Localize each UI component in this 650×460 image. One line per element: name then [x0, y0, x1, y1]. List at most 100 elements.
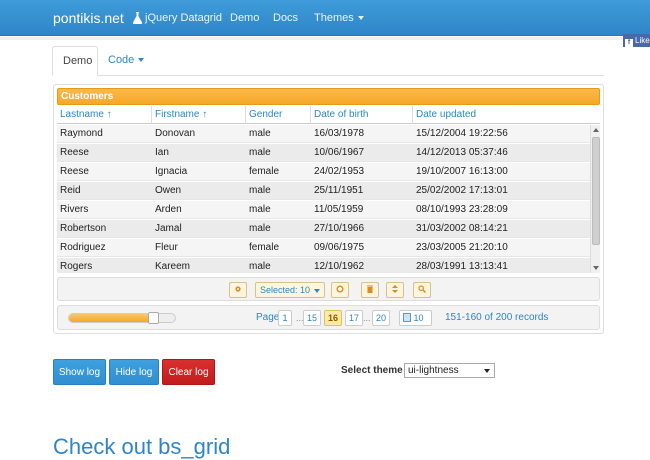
chevron-down-icon [314, 288, 321, 293]
nav-link-demo[interactable]: Demo [230, 12, 259, 24]
cell-lastname: Reid [60, 185, 81, 196]
show-log-button[interactable]: Show log [53, 359, 106, 385]
search-button[interactable] [413, 282, 431, 298]
selected-rows-label: Selected: 10 [259, 285, 311, 295]
flask-icon [132, 12, 142, 24]
table-row[interactable]: Rivers Arden male 11/05/1959 08/10/1993 23:2… [57, 201, 590, 219]
refresh-button[interactable] [331, 282, 349, 298]
cell-date-updated: 25/02/2002 17:13:01 [416, 185, 508, 196]
clear-log-button[interactable]: Clear log [162, 359, 215, 385]
cell-gender: male [249, 147, 271, 158]
cell-gender: male [249, 128, 271, 139]
page-button-16-current[interactable]: 16 [324, 310, 343, 326]
page-button-15[interactable]: 15 [303, 310, 322, 326]
facebook-like-label: Like [635, 36, 650, 45]
grid-vertical-scrollbar[interactable] [590, 125, 600, 273]
page-button-1[interactable]: 1 [278, 310, 292, 326]
page-label: Page [256, 312, 280, 323]
refresh-icon [336, 285, 344, 293]
cell-gender: female [249, 242, 280, 253]
cell-date-of-birth: 11/05/1959 [314, 204, 364, 215]
cell-date-of-birth: 24/02/1953 [314, 166, 365, 177]
cell-lastname: Rivers [60, 204, 89, 215]
cell-firstname: Jamal [155, 223, 182, 234]
cell-gender: male [249, 204, 271, 215]
column-header-firstname[interactable]: Firstname ↑ [152, 106, 246, 124]
nav-link-jquery-datagrid[interactable]: jQuery Datagrid [145, 12, 222, 24]
column-header-gender[interactable]: Gender [246, 106, 311, 124]
scrollbar-thumb[interactable] [592, 137, 600, 245]
table-row[interactable]: Reid Owen male 25/11/1951 25/02/2002 17:13:0… [57, 182, 590, 200]
table-row[interactable]: Reese Ignacia female 24/02/1953 19/10/2007 1… [57, 163, 590, 181]
cell-date-of-birth: 25/11/1951 [314, 185, 364, 196]
cell-lastname: Reese [60, 147, 89, 158]
tab-code[interactable]: Code [98, 46, 154, 76]
hide-log-button[interactable]: Hide log [109, 359, 159, 385]
cell-date-updated: 19/10/2007 16:13:00 [416, 166, 508, 177]
page-slider-handle[interactable] [148, 312, 159, 324]
cell-gender: male [249, 223, 271, 234]
nav-link-themes[interactable]: Themes [314, 12, 364, 24]
page-slider[interactable] [68, 312, 176, 324]
cell-firstname: Arden [155, 204, 182, 215]
page-button-20[interactable]: 20 [372, 310, 391, 326]
cell-firstname: Fleur [155, 242, 178, 253]
facebook-like-button[interactable]: f Like [623, 34, 650, 47]
grid-caption: Customers [57, 88, 600, 105]
cell-gender: male [249, 185, 271, 196]
rows-per-page-value: 10 [413, 313, 424, 323]
search-icon [418, 285, 426, 293]
cell-date-of-birth: 09/06/1975 [314, 242, 365, 253]
cell-lastname: Rodriguez [60, 242, 106, 253]
cell-date-updated: 31/03/2002 08:14:21 [416, 223, 508, 234]
cell-firstname: Owen [155, 185, 182, 196]
columns-button[interactable] [229, 282, 247, 298]
trash-icon [367, 285, 373, 293]
theme-select[interactable]: ui-lightness [404, 363, 495, 378]
chevron-down-icon [484, 369, 490, 373]
nav-link-docs[interactable]: Docs [273, 12, 298, 24]
chevron-down-icon [357, 16, 364, 21]
top-navbar: pontikis.net jQuery Datagrid Demo Docs T… [0, 0, 650, 36]
table-row[interactable]: Robertson Jamal male 27/10/1966 31/03/2002 0… [57, 220, 590, 238]
sort-icon [392, 285, 398, 293]
table-row[interactable]: Raymond Donovan male 16/03/1978 15/12/2004 1… [57, 125, 590, 143]
tab-bar: Demo Code [52, 46, 604, 76]
facebook-icon: f [625, 39, 633, 47]
page-button-17[interactable]: 17 [345, 310, 364, 326]
grid-pager: Page 1 ... 15 16 17 ... 20 10 151-160 of… [57, 305, 600, 330]
cell-date-updated: 14/12/2013 05:37:46 [416, 147, 508, 158]
cell-firstname: Kareem [155, 261, 191, 272]
scroll-down-arrow-icon[interactable] [593, 266, 599, 270]
cell-date-updated: 28/03/1991 13:13:41 [416, 261, 508, 272]
cell-firstname: Ian [155, 147, 169, 158]
navbar-shadow-strip [0, 37, 650, 40]
cell-date-of-birth: 12/10/1962 [314, 261, 365, 272]
brand-link[interactable]: pontikis.net [53, 10, 143, 26]
records-info: 151-160 of 200 records [445, 312, 549, 323]
column-header-date-of-birth[interactable]: Date of birth [311, 106, 413, 124]
tab-demo[interactable]: Demo [52, 46, 98, 76]
table-row[interactable]: Rodriguez Fleur female 09/06/1975 23/03/2005… [57, 239, 590, 257]
selected-rows-button[interactable]: Selected: 10 [255, 282, 325, 298]
cell-firstname: Donovan [155, 128, 196, 139]
sort-button[interactable] [386, 282, 404, 298]
section-heading: Check out bs_grid [53, 434, 231, 459]
column-header-lastname[interactable]: Lastname ↑ [57, 106, 152, 124]
table-row[interactable]: Reese Ian male 10/06/1967 14/12/2013 05:37:4… [57, 144, 590, 162]
page-ellipsis: ... [363, 313, 371, 323]
grid-body: Raymond Donovan male 16/03/1978 15/12/2004 1… [57, 125, 590, 273]
cell-date-of-birth: 16/03/1978 [314, 128, 365, 139]
cell-date-updated: 23/03/2005 21:20:10 [416, 242, 508, 253]
cell-lastname: Reese [60, 166, 89, 177]
rows-per-page-button[interactable]: 10 [399, 310, 432, 326]
gear-icon [235, 286, 241, 292]
scroll-up-arrow-icon[interactable] [593, 128, 599, 132]
delete-button[interactable] [361, 282, 379, 298]
grid-toolbar: Selected: 10 [57, 277, 600, 301]
column-header-date-updated[interactable]: Date updated [413, 106, 600, 124]
select-theme-label: Select theme [341, 365, 403, 376]
cell-date-of-birth: 27/10/1966 [314, 223, 365, 234]
table-row[interactable]: Rogers Kareem male 12/10/1962 28/03/1991 13:… [57, 258, 590, 273]
cell-date-of-birth: 10/06/1967 [314, 147, 365, 158]
